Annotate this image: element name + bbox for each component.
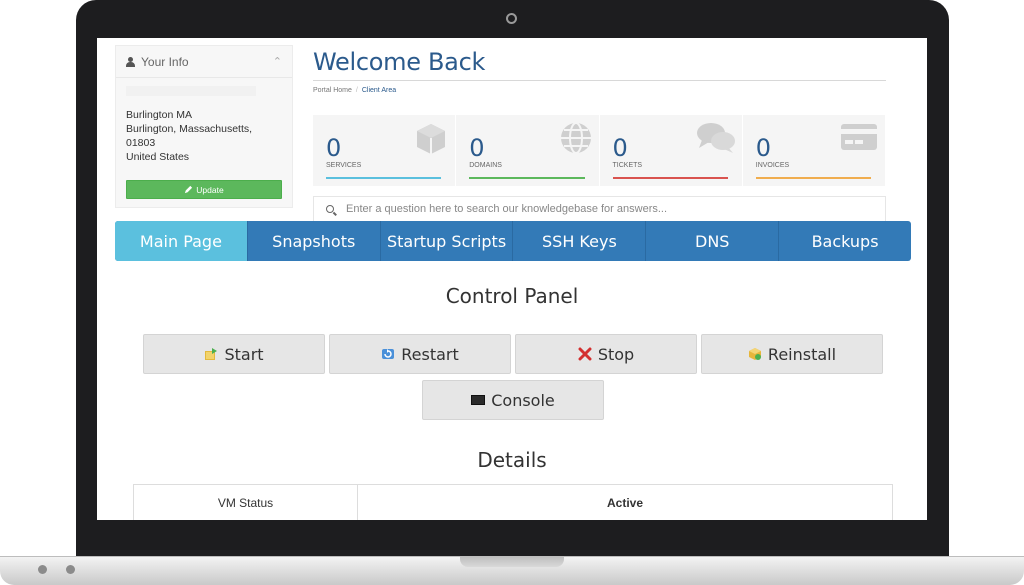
tab-snapshots[interactable]: Snapshots bbox=[248, 221, 381, 261]
start-icon bbox=[205, 348, 218, 360]
update-label: Update bbox=[196, 184, 224, 195]
stat-tiles: 0 SERVICES 0 DOMAINS 0 TICKETS 0 INVOICE… bbox=[313, 115, 886, 186]
address-line: 01803 bbox=[126, 137, 156, 149]
redacted-name bbox=[126, 86, 256, 96]
tile-accent-bar bbox=[612, 177, 728, 179]
comments-icon bbox=[696, 123, 735, 153]
address-line: Burlington, Massachusetts, bbox=[126, 123, 253, 135]
status-led bbox=[38, 565, 47, 574]
address-line: Burlington MA bbox=[126, 109, 192, 121]
tab-startup-scripts[interactable]: Startup Scripts bbox=[381, 221, 514, 261]
screen: Your Info ⌃ Burlington MA Burlington, Ma… bbox=[97, 38, 927, 520]
cube-icon bbox=[417, 124, 446, 154]
your-info-header[interactable]: Your Info ⌃ bbox=[116, 46, 292, 78]
credit-card-icon bbox=[841, 124, 877, 150]
tile-accent-bar bbox=[326, 177, 442, 179]
restart-icon bbox=[382, 349, 395, 359]
tab-backups[interactable]: Backups bbox=[779, 221, 911, 261]
tile-accent-bar bbox=[755, 177, 871, 179]
status-led bbox=[66, 565, 75, 574]
user-icon bbox=[126, 56, 135, 67]
console-button[interactable]: Console bbox=[422, 380, 604, 420]
console-label: Console bbox=[491, 390, 555, 410]
laptop-base bbox=[0, 556, 1024, 585]
stop-label: Stop bbox=[597, 344, 635, 364]
page-title: Welcome Back bbox=[313, 48, 886, 81]
console-icon bbox=[471, 395, 486, 405]
tile-label: SERVICES bbox=[326, 162, 362, 169]
tile-label: INVOICES bbox=[755, 162, 790, 169]
details-table: VM Status Active bbox=[133, 484, 893, 520]
reinstall-icon bbox=[748, 348, 761, 360]
table-row: VM Status Active bbox=[133, 484, 893, 520]
details-heading: Details bbox=[477, 448, 547, 472]
update-button[interactable]: Update bbox=[126, 180, 282, 199]
your-info-panel: Your Info ⌃ Burlington MA Burlington, Ma… bbox=[115, 45, 293, 208]
chevron-up-icon[interactable]: ⌃ bbox=[273, 55, 282, 68]
breadcrumb-separator: / bbox=[355, 87, 358, 94]
start-label: Start bbox=[224, 344, 264, 364]
tile-label: DOMAINS bbox=[469, 162, 502, 169]
knowledgebase-search[interactable]: Enter a question here to search our know… bbox=[313, 196, 886, 222]
reinstall-button[interactable]: Reinstall bbox=[701, 334, 883, 374]
search-input[interactable]: Enter a question here to search our know… bbox=[346, 203, 667, 215]
breadcrumb-portal-home[interactable]: Portal Home bbox=[313, 87, 352, 94]
address-line: United States bbox=[126, 151, 190, 163]
vm-status-label: VM Status bbox=[133, 484, 358, 520]
vm-status-value: Active bbox=[357, 484, 893, 520]
camera-icon bbox=[506, 13, 517, 24]
control-panel-heading: Control Panel bbox=[445, 284, 579, 308]
restart-button[interactable]: Restart bbox=[329, 334, 511, 374]
pencil-icon bbox=[185, 185, 193, 194]
tab-ssh-keys[interactable]: SSH Keys bbox=[513, 221, 647, 261]
laptop-notch bbox=[460, 557, 564, 567]
tab-dns[interactable]: DNS bbox=[646, 221, 780, 261]
stop-button[interactable]: Stop bbox=[515, 334, 697, 374]
tile-invoices[interactable]: 0 INVOICES bbox=[742, 115, 886, 186]
reinstall-label: Reinstall bbox=[767, 344, 837, 364]
tile-tickets[interactable]: 0 TICKETS bbox=[599, 115, 743, 186]
address-block: Burlington MA Burlington, Massachusetts,… bbox=[116, 96, 292, 164]
your-info-title: Your Info bbox=[141, 54, 189, 69]
stop-icon bbox=[578, 347, 592, 361]
tab-main-page[interactable]: Main Page bbox=[115, 221, 248, 261]
nav-tabs: Main Page Snapshots Startup Scripts SSH … bbox=[115, 221, 911, 261]
tile-accent-bar bbox=[469, 177, 585, 179]
search-icon bbox=[326, 205, 334, 213]
tile-label: TICKETS bbox=[612, 162, 643, 169]
tile-services[interactable]: 0 SERVICES bbox=[313, 115, 457, 186]
tile-domains[interactable]: 0 DOMAINS bbox=[456, 115, 600, 186]
breadcrumb-client-area: Client Area bbox=[361, 87, 397, 94]
breadcrumb: Portal Home / Client Area bbox=[313, 87, 396, 94]
restart-label: Restart bbox=[401, 344, 459, 364]
start-button[interactable]: Start bbox=[143, 334, 325, 374]
globe-icon bbox=[560, 122, 591, 154]
